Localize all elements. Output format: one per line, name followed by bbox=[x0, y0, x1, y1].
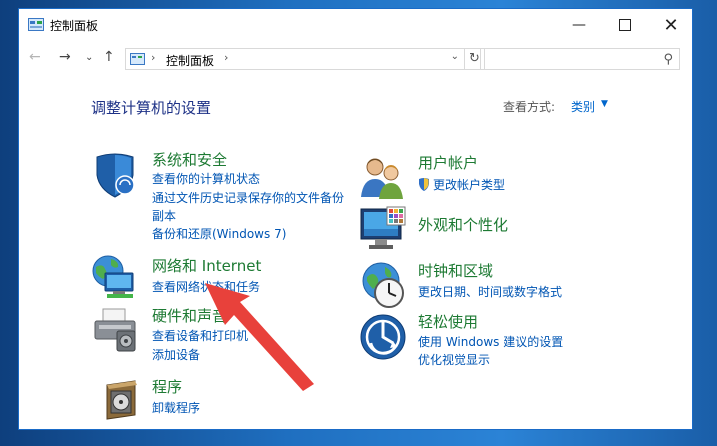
annotation-arrow bbox=[205, 283, 314, 391]
